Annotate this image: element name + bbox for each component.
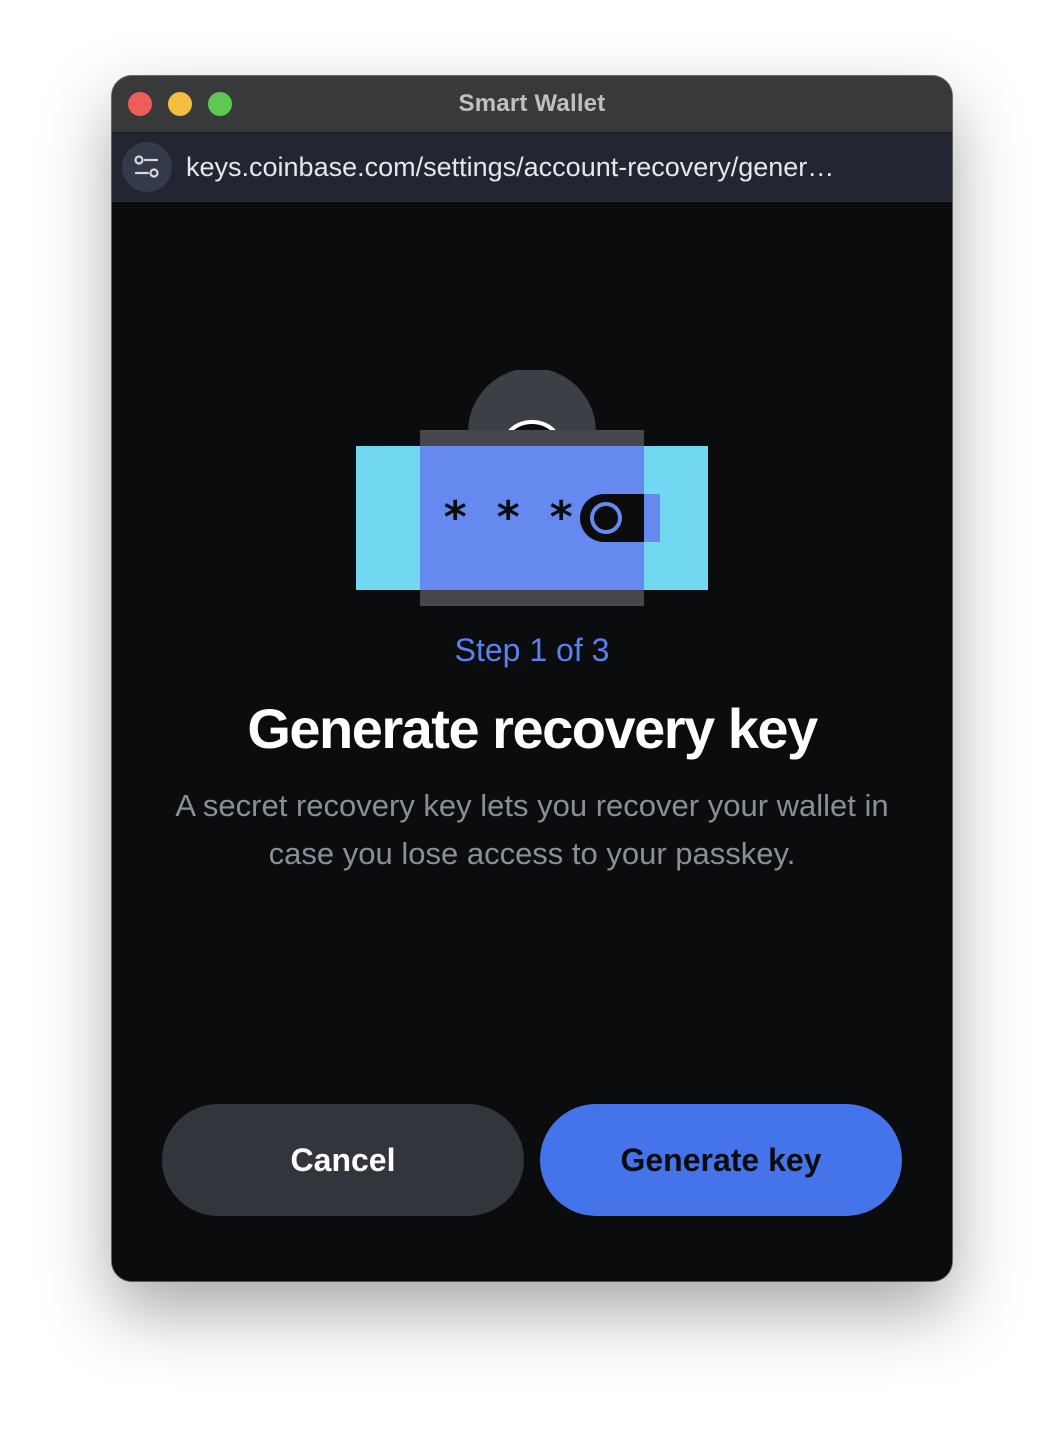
step-indicator: Step 1 of 3	[454, 632, 610, 668]
page-settings-icon[interactable]	[122, 142, 172, 192]
masked-password-text: * * *	[442, 492, 574, 543]
cancel-button[interactable]: Cancel	[162, 1104, 524, 1216]
title-bar: Smart Wallet	[112, 76, 952, 133]
window-title: Smart Wallet	[458, 90, 606, 117]
app-window: Smart Wallet keys.coinbase.com/settings/…	[112, 76, 952, 1281]
page-content: * * * Step 1 of 3 Generate recovery key …	[112, 202, 952, 1281]
url-text[interactable]: keys.coinbase.com/settings/account-recov…	[186, 152, 926, 183]
page-description: A secret recovery key lets you recover y…	[175, 788, 889, 871]
padlock-password-icon: * * *	[356, 368, 708, 615]
page-title: Generate recovery key	[247, 697, 818, 760]
address-bar: keys.coinbase.com/settings/account-recov…	[112, 133, 952, 202]
generate-key-button[interactable]: Generate key	[540, 1104, 902, 1216]
